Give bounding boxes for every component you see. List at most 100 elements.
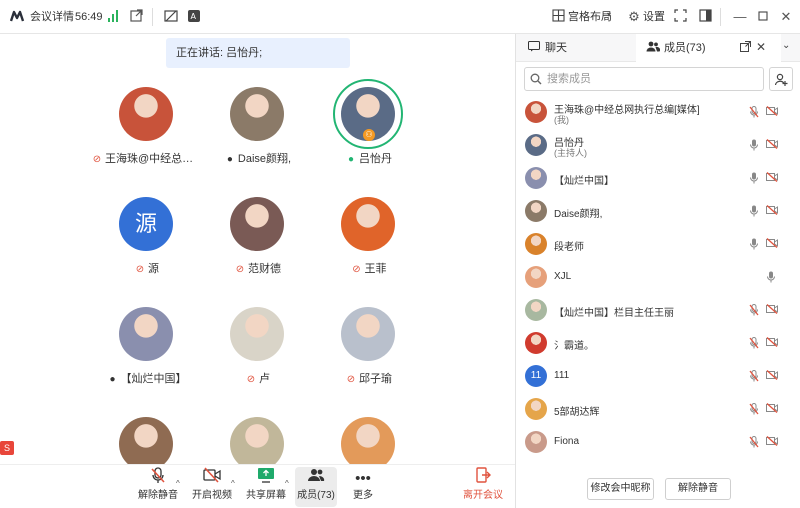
unmute-all-button[interactable]: 解除静音 [665,478,731,500]
participant-tile[interactable] [203,404,313,464]
member-avatar [525,200,547,222]
member-row[interactable]: Fiona [516,426,800,459]
member-avatar: 11 [525,365,547,387]
tab-chat[interactable]: 聊天 [516,34,636,62]
close-panel-icon[interactable]: ✕ [756,40,766,54]
member-avatar [525,431,547,453]
panel-collapse-chevron-icon[interactable]: ⌄ [782,40,790,51]
member-avatar [525,332,547,354]
participant-tile[interactable]: ⊘ 卢 [203,294,313,394]
mic-icon[interactable] [749,205,759,220]
member-row[interactable]: 吕怡丹 (主持人) [516,129,800,162]
members-button[interactable]: 成员(73) [295,467,337,507]
share-screen-button[interactable]: 共享屏幕 [246,467,286,507]
member-row[interactable]: 5部胡达辉 [516,393,800,426]
mic-icon: ● [347,154,355,165]
avatar [119,87,173,141]
start-video-button[interactable]: 开启视频 [192,467,232,507]
meeting-info-link[interactable]: 会议详情 [30,10,74,24]
participant-tile[interactable]: ⊘ 范财德 [203,184,313,284]
share-link-icon[interactable] [128,9,144,25]
member-name: Daise颜翔, [554,209,603,220]
translate-icon[interactable]: A [186,9,202,25]
participant-tile[interactable]: ⊘ 王海珠@中经总网... [92,74,202,174]
panel-tabs: 聊天 成员(73) ✕ ⌄ [516,34,800,62]
host-badge-icon: ⚇ [363,129,375,141]
grid-layout-button[interactable]: 宫格布局 [568,10,612,24]
mic-muted-icon[interactable] [749,370,759,385]
grid-layout-icon[interactable] [550,9,566,25]
mic-icon[interactable] [749,238,759,253]
member-avatar [525,398,547,420]
camera-off-icon[interactable] [766,304,778,317]
mic-muted-icon: ⊘ [235,264,245,275]
member-role: (我) [554,115,569,125]
member-row[interactable]: 11 111 [516,360,800,393]
unmute-button[interactable]: 解除静音 [138,467,178,507]
mic-muted-icon[interactable] [749,337,759,352]
mic-muted-icon[interactable] [749,436,759,451]
participant-tile[interactable] [92,404,202,464]
camera-off-icon[interactable] [766,238,778,251]
hide-video-icon[interactable] [163,9,179,25]
participant-tile[interactable]: ● Daise颜翔, [203,74,313,174]
maximize-icon[interactable] [755,9,771,25]
participant-tile[interactable]: ⊘ 邱子瑜 [314,294,424,394]
mic-muted-icon: ⊘ [352,264,361,275]
mic-muted-icon[interactable] [749,403,759,418]
participant-tile[interactable]: ● 【灿烂中国】 [92,294,202,394]
camera-off-icon[interactable] [766,139,778,152]
layout-chevron-down-icon[interactable]: ▾ [607,10,611,19]
more-button[interactable]: ••• 更多 [348,467,378,507]
camera-off-icon[interactable] [766,205,778,218]
participant-tile[interactable]: 源 ⊘ 源 [92,184,202,284]
mic-muted-icon[interactable] [749,304,759,319]
settings-button[interactable]: 设置 [643,10,665,24]
mic-icon[interactable] [749,139,759,154]
share-screen-icon [246,467,286,489]
participant-tile[interactable]: ⚇ ● 吕怡丹 [314,74,424,174]
popout-icon[interactable] [740,41,751,55]
sidebar-toggle-icon[interactable] [697,9,713,25]
avatar [230,417,284,464]
camera-off-icon[interactable] [766,337,778,350]
invite-member-button[interactable] [769,67,793,91]
avatar: 源 [119,197,173,251]
avatar [119,417,173,464]
gear-icon[interactable]: ⚙ [626,9,642,25]
svg-text:A: A [191,12,197,21]
rename-in-meeting-button[interactable]: 修改会中昵称 [587,478,654,500]
mic-muted-icon: ⊘ [346,374,356,385]
fullscreen-icon[interactable] [672,9,688,25]
member-row[interactable]: 段老师 [516,228,800,261]
leave-meeting-button[interactable]: 离开会议 [462,467,504,507]
camera-off-icon[interactable] [766,436,778,449]
input-method-icon: S [0,441,14,455]
member-avatar [525,233,547,255]
member-search-input[interactable]: 搜索成员 [524,67,764,91]
close-window-icon[interactable]: ✕ [778,9,794,25]
camera-off-icon[interactable] [766,403,778,416]
minimize-icon[interactable]: — [732,9,748,25]
video-options-chevron-icon[interactable]: ^ [231,479,235,488]
member-row[interactable]: Daise颜翔, [516,195,800,228]
mic-muted-icon[interactable] [749,106,759,121]
camera-off-icon[interactable] [766,172,778,185]
member-row[interactable]: 【灿烂中国】栏目主任王丽 [516,294,800,327]
member-row[interactable]: 氵霸道。 [516,327,800,360]
more-dots-icon: ••• [355,470,371,487]
mic-icon: ● [109,374,116,385]
audio-options-chevron-icon[interactable]: ^ [176,479,180,488]
share-options-chevron-icon[interactable]: ^ [285,479,289,488]
participant-name: ⊘ 邱子瑜 [346,373,392,385]
member-row[interactable]: XJL [516,261,800,294]
mic-icon[interactable] [766,271,776,286]
camera-off-icon[interactable] [766,370,778,383]
participant-tile[interactable] [314,404,424,464]
avatar [230,307,284,361]
mic-icon[interactable] [749,172,759,187]
participant-tile[interactable]: ⊘ 王菲 [314,184,424,284]
camera-off-icon[interactable] [766,106,778,119]
member-row[interactable]: 王海珠@中经总网执行总编[媒体] (我) [516,96,800,129]
member-row[interactable]: 【灿烂中国】 [516,162,800,195]
